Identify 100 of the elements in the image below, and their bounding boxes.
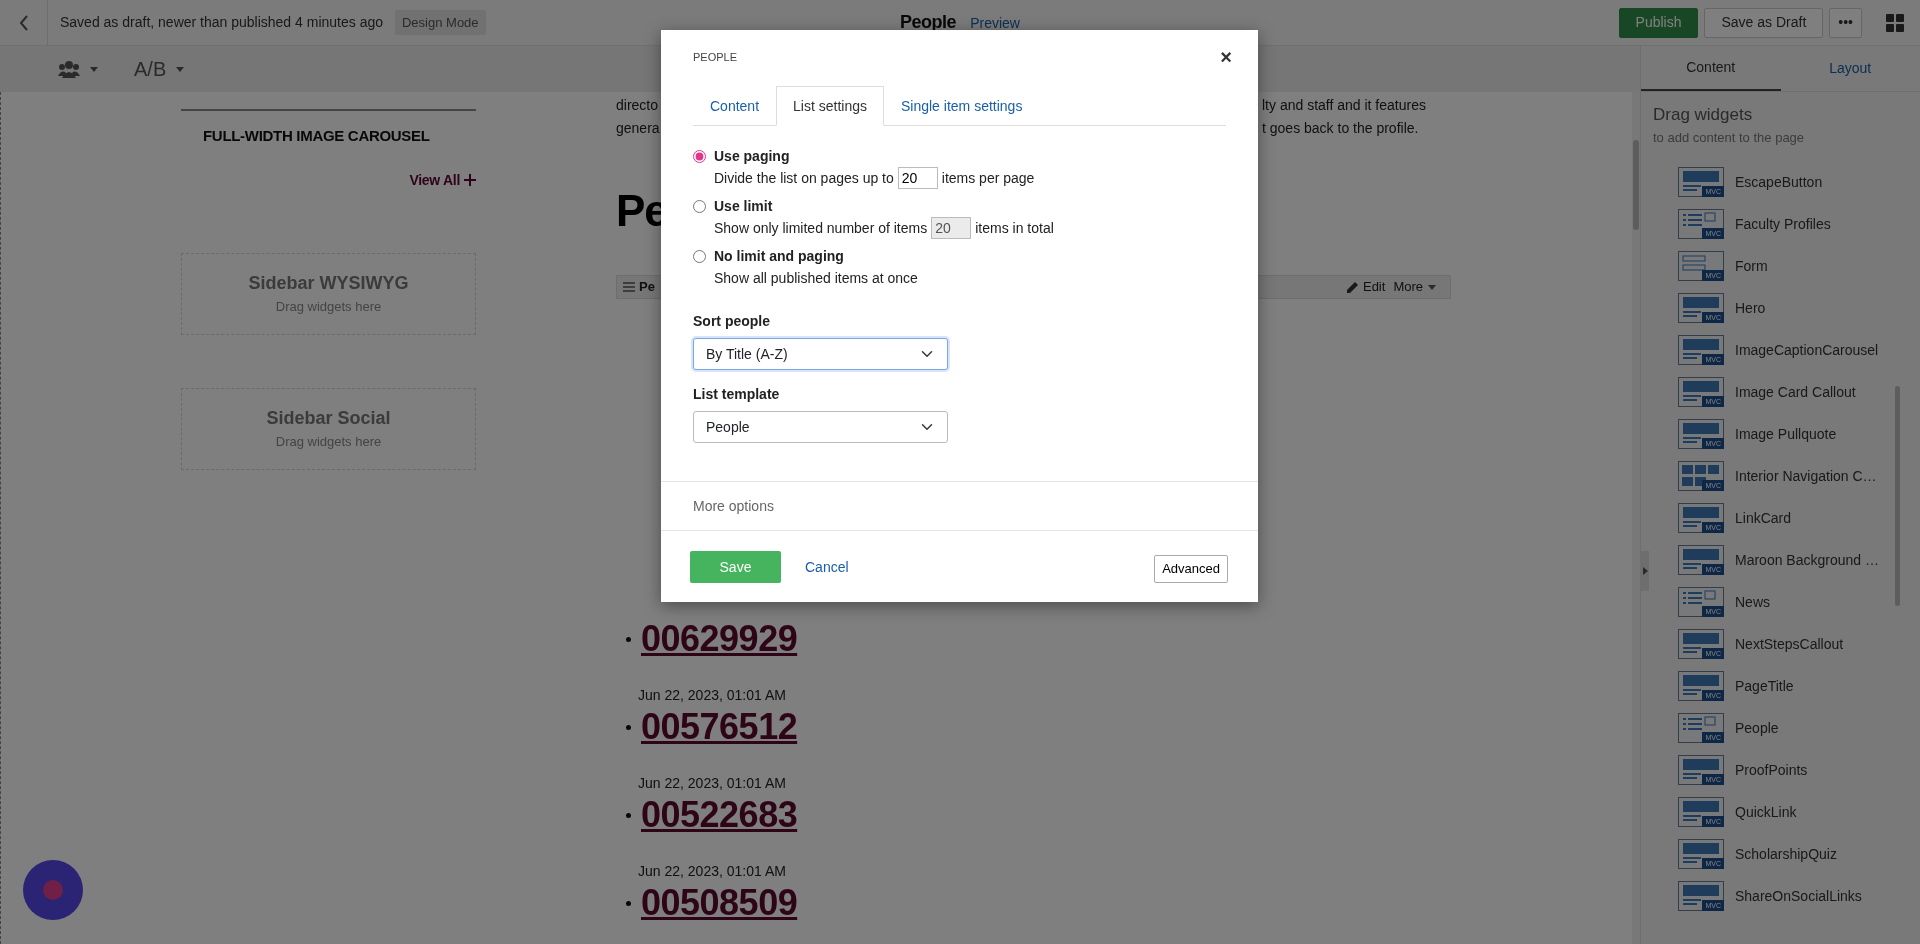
option-text: items per page [941,169,1035,188]
widget-name[interactable]: NextStepsCallout [1735,633,1844,655]
widget-name[interactable]: QuickLink [1735,801,1797,823]
banner-widget-icon[interactable] [1678,839,1724,869]
publish-button[interactable]: Publish [1618,7,1699,38]
page-title: People [900,11,957,34]
caret-icon[interactable] [1428,284,1436,290]
panel-heading: Drag widgets [1652,104,1754,126]
option-text: Divide the list on pages up to [714,169,894,188]
carousel-title: FULL-WIDTH IMAGE CAROUSEL [202,126,431,146]
panel-tab[interactable]: Content [1641,46,1781,91]
drop-zone-title: Sidebar Social [266,407,391,431]
widget-name[interactable]: Image Card Callout [1735,381,1856,403]
option-label: Use paging [714,147,790,166]
person-link[interactable]: 00522683 [641,793,798,837]
widget-name[interactable]: Maroon Background … [1735,549,1879,571]
field-label: Sort people [693,312,771,331]
plus-icon [464,174,476,186]
widget-name[interactable]: People [1735,717,1779,739]
dialog-tab[interactable]: Content [693,86,777,126]
more-link[interactable]: More [1393,277,1423,297]
banner-widget-icon[interactable] [1678,377,1724,407]
dialog-title: PEOPLE [693,49,738,65]
field-label: List template [693,385,781,404]
banner-widget-icon[interactable] [1678,545,1724,575]
widget-name[interactable]: ShareOnSocialLinks [1735,885,1862,907]
person-link[interactable]: 00629929 [641,617,798,661]
view-all-link[interactable]: View All [409,169,476,191]
ab-test-label[interactable]: A/B [134,54,167,84]
dialog-tab[interactable]: Single item settings [884,86,1040,126]
banner-widget-icon[interactable] [1678,881,1724,911]
save-draft-button[interactable]: Save as Draft [1704,7,1824,38]
more-button[interactable]: ••• [1829,7,1862,38]
bullet-dot [626,812,631,818]
banner-widget-icon[interactable] [1678,503,1724,533]
banner-widget-icon[interactable] [1678,167,1724,197]
widget-name[interactable]: Faculty Profiles [1735,213,1831,235]
option-label: Use limit [714,197,773,216]
banner-widget-icon[interactable] [1678,419,1724,449]
list-widget-icon[interactable] [1678,587,1724,617]
widget-name[interactable]: LinkCard [1735,507,1792,529]
caret-icon[interactable] [176,66,185,72]
form-widget-icon[interactable] [1678,251,1724,281]
mode-badge: Design Mode [395,9,486,36]
date-text: Jun 22, 2023, 01:01 AM [638,862,787,881]
banner-widget-icon[interactable] [1678,755,1724,785]
radio-button[interactable] [693,150,706,163]
paragraph-text: directo [616,97,659,113]
radio-button[interactable] [693,250,706,263]
widget-name[interactable]: Interior Navigation C… [1735,465,1877,487]
preview-link[interactable]: Preview [970,13,1020,34]
back-icon[interactable] [17,13,30,32]
template-select[interactable]: People [693,411,948,443]
bullet-dot [626,636,631,642]
list-widget-icon[interactable] [1678,209,1724,239]
widget-label: Pe [639,278,655,297]
paragraph-text: genera [616,120,660,136]
scrollbar[interactable] [1632,92,1640,944]
cancel-button[interactable]: Cancel [799,555,855,579]
save-button[interactable]: Save [690,551,781,583]
paragraph-text: t goes back to the profile. [1262,119,1419,138]
list-widget-icon[interactable] [1678,713,1724,743]
sort-select[interactable]: By Title (A-Z) [693,338,948,370]
grid-icon[interactable] [1886,13,1904,32]
panel-tab[interactable]: Layout [1780,46,1920,91]
widget-name[interactable]: PageTitle [1735,675,1794,697]
widget-name[interactable]: Image Pullquote [1735,423,1837,445]
date-text: Jun 22, 2023, 01:01 AM [638,774,787,793]
widget-name[interactable]: Hero [1735,297,1766,319]
banner-widget-icon[interactable] [1678,293,1724,323]
option-label: No limit and paging [714,247,844,266]
widget-name[interactable]: EscapeButton [1735,171,1823,193]
banner-widget-icon[interactable] [1678,629,1724,659]
collapse-handle[interactable] [1641,551,1649,591]
bullet-dot [626,900,631,906]
more-options-link[interactable]: More options [661,481,1258,531]
widget-name[interactable]: News [1735,591,1770,613]
drop-zone-hint: Drag widgets here [275,298,382,317]
widget-name[interactable]: ScholarshipQuiz [1735,843,1837,865]
menu-icon[interactable] [623,282,635,292]
person-link[interactable]: 00508509 [641,881,798,925]
grid-widget-icon[interactable] [1678,461,1724,491]
banner-widget-icon[interactable] [1678,671,1724,701]
pencil-icon[interactable] [1345,280,1359,294]
chat-launcher-button[interactable] [23,860,83,920]
advanced-button[interactable]: Advanced [1154,555,1228,583]
widget-name[interactable]: Form [1735,255,1768,277]
edit-link[interactable]: Edit [1362,277,1386,297]
scrollbar[interactable] [1895,386,1900,606]
dialog-tab[interactable]: List settings [776,86,884,126]
number-field[interactable]: 20 [897,167,938,189]
widget-name[interactable]: ProofPoints [1735,759,1808,781]
person-link[interactable]: 00576512 [641,705,798,749]
banner-widget-icon[interactable] [1678,797,1724,827]
caret-icon[interactable] [90,66,98,72]
widget-name[interactable]: ImageCaptionCarousel [1735,339,1879,361]
banner-widget-icon[interactable] [1678,335,1724,365]
close-button[interactable]: × [1220,47,1232,67]
drop-zone-hint: Drag widgets here [275,433,382,452]
people-icon[interactable] [58,60,80,78]
